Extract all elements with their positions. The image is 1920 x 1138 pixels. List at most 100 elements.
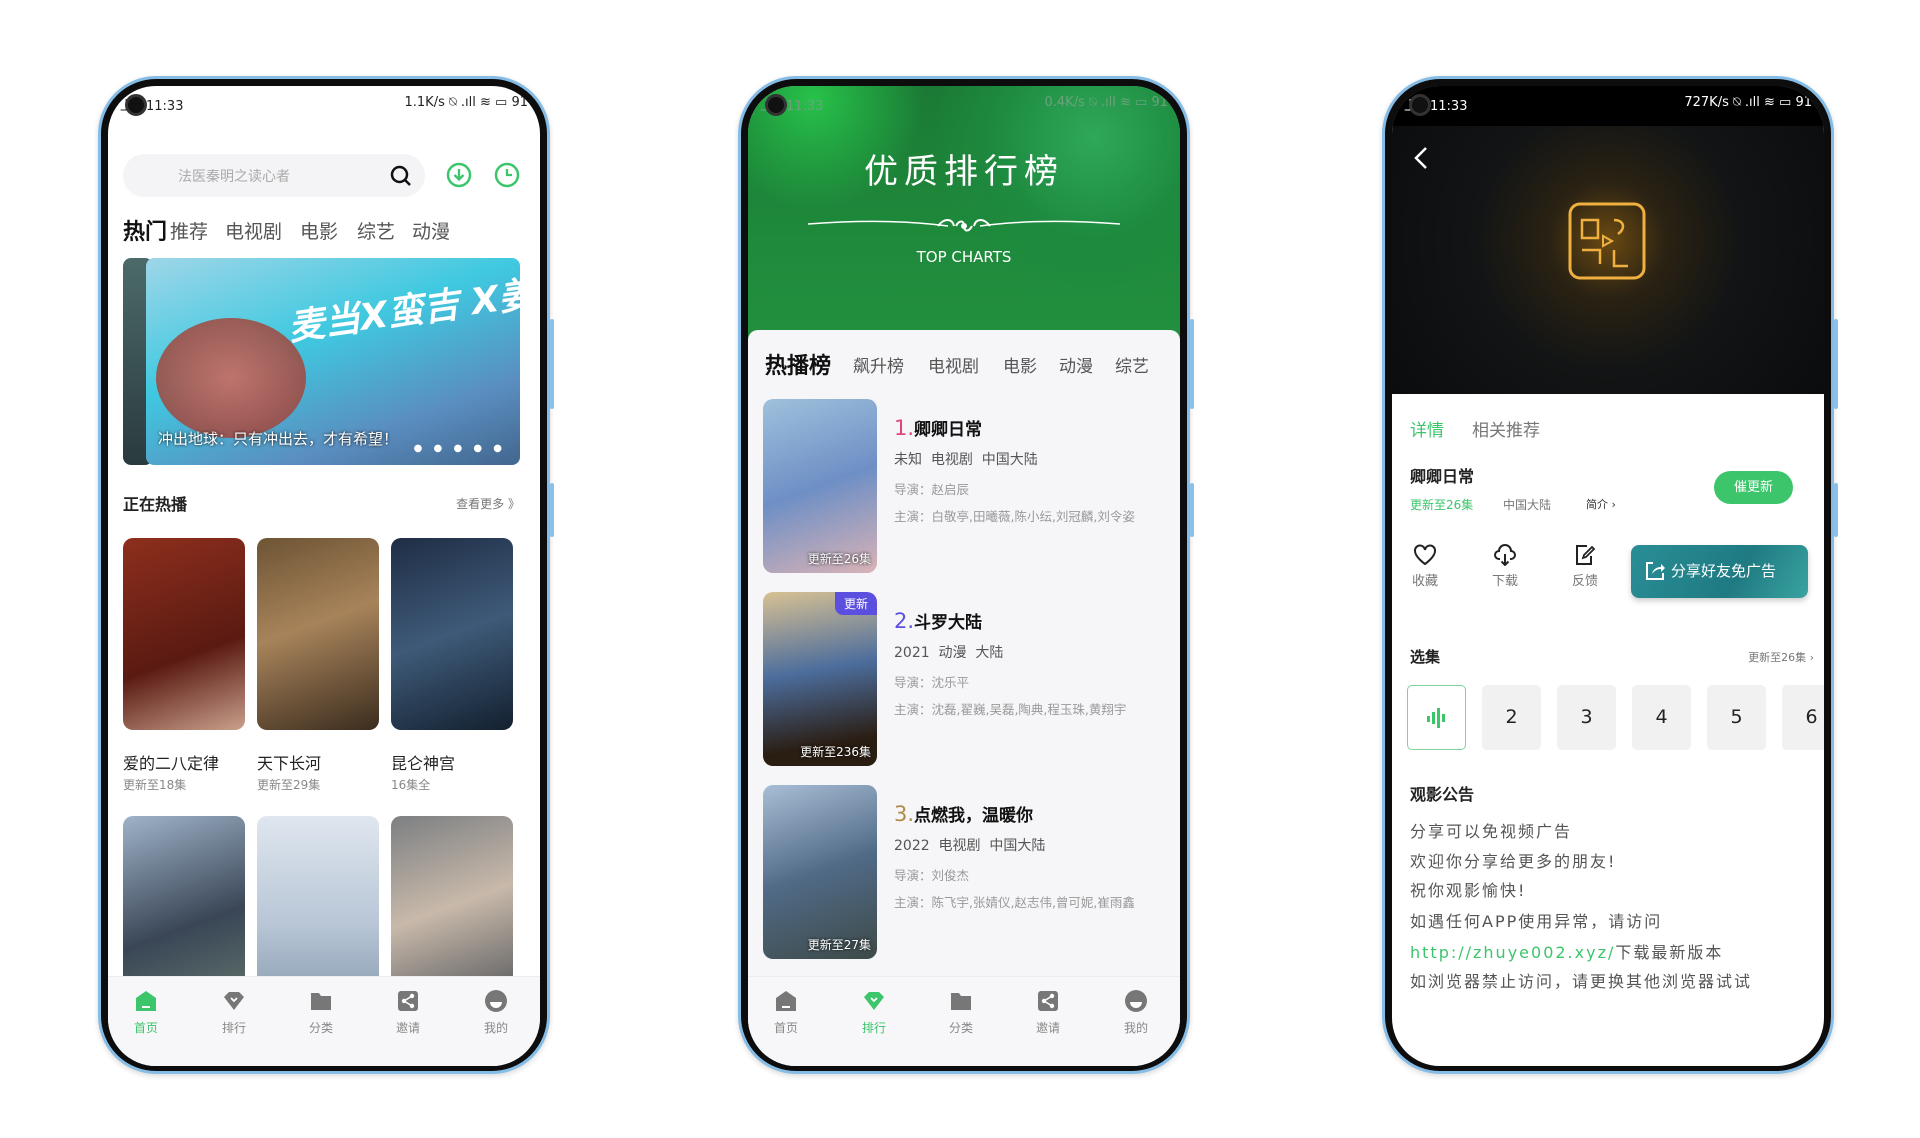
history-clock-icon[interactable] — [494, 162, 520, 188]
banner-art-text: 麦当X蛮吉 X姜子牙 冲出地球 — [285, 258, 520, 349]
rank-number: 2. — [894, 609, 915, 633]
feedback-button[interactable]: 反馈 — [1565, 544, 1605, 589]
banner-art — [156, 318, 306, 438]
nav-label: 邀请 — [395, 1021, 420, 1035]
folder-icon — [951, 993, 971, 1010]
nav-label: 分类 — [308, 1021, 333, 1035]
tab-recommend[interactable]: 推荐 — [170, 217, 208, 244]
poster[interactable] — [257, 816, 379, 996]
item-title[interactable]: 昆仑神宫 — [391, 750, 455, 774]
rank-cast: 主演：陈飞宇,张婧仪,赵志伟,曾可妮,崔雨鑫 — [894, 895, 1135, 910]
search-input[interactable]: 法医秦明之读心者 — [123, 154, 425, 197]
episode-current[interactable] — [1407, 685, 1466, 750]
nav-profile[interactable]: 我的 — [1106, 989, 1166, 1036]
show-title: 卿卿日常 — [1410, 467, 1475, 486]
rank-title: 1.卿卿日常 — [894, 415, 982, 440]
intro-link[interactable]: 简介 › — [1586, 496, 1616, 512]
rank-list-item[interactable]: 更新至26集 1.卿卿日常 未知 电视剧 中国大陆 导演：赵启辰 主演：白敬亭,… — [763, 399, 1173, 573]
poster[interactable] — [391, 816, 513, 996]
poster[interactable] — [123, 538, 245, 730]
tab-tv[interactable]: 电视剧 — [928, 352, 979, 377]
nav-profile[interactable]: 我的 — [466, 989, 526, 1036]
video-player[interactable] — [1392, 86, 1824, 394]
tab-hot-rank[interactable]: 热播榜 — [765, 348, 831, 380]
nav-label: 排行 — [861, 1021, 886, 1035]
home-screen: 上午11:33 1.1K/s ⍉ .ıll ≋ ▭ 91 法医秦明之读心者 热门… — [108, 86, 540, 1066]
rank-list-item[interactable]: 更新至27集 3.点燃我，温暖你 2022 电视剧 中国大陆 导演：刘俊杰 主演… — [763, 785, 1173, 959]
urge-update-button[interactable]: 催更新 — [1714, 471, 1793, 504]
tab-anime[interactable]: 动漫 — [1059, 352, 1093, 377]
tab-details[interactable]: 详情 — [1410, 416, 1444, 441]
episode-button[interactable]: 6 — [1782, 685, 1824, 750]
download-button[interactable]: 下载 — [1485, 544, 1525, 589]
phone-detail: 上午11:33 727K/s ⍉ .ıll ≋ ▭ 91 详情 相关推荐 卿卿日… — [1382, 76, 1838, 1074]
tab-rising-rank[interactable]: 飙升榜 — [853, 352, 904, 377]
favorite-button[interactable]: 收藏 — [1405, 544, 1445, 589]
nav-invite[interactable]: 邀请 — [1018, 989, 1078, 1036]
episode-badge: 更新至26集 — [807, 552, 871, 566]
banner-dots[interactable]: ● ● ● ● ● — [414, 443, 506, 454]
tab-movie[interactable]: 电影 — [1003, 352, 1037, 377]
episodes-more-link[interactable]: 更新至26集 › — [1748, 649, 1814, 665]
nav-home[interactable]: 首页 — [756, 989, 816, 1036]
side-button — [550, 319, 554, 409]
nav-invite[interactable]: 邀请 — [378, 989, 438, 1036]
poster[interactable] — [391, 538, 513, 730]
rank-meta: 未知 电视剧 中国大陆 — [894, 452, 1038, 468]
link-suffix: 下载最新版本 — [1615, 943, 1724, 962]
item-title[interactable]: 爱的二八定律 — [123, 750, 219, 774]
tab-tv[interactable]: 电视剧 — [225, 217, 282, 244]
nav-home[interactable]: 首页 — [116, 989, 176, 1036]
banner-caption: 冲出地球：只有冲出去，才有希望！ — [158, 430, 399, 448]
tab-variety[interactable]: 综艺 — [357, 217, 395, 244]
nav-rank[interactable]: 排行 — [844, 989, 904, 1036]
rank-director: 导演：赵启辰 — [894, 482, 970, 497]
nav-category[interactable]: 分类 — [931, 989, 991, 1036]
notice-line: http://zhuye002.xyz/下载最新版本 — [1410, 939, 1723, 963]
ornament-divider-icon — [808, 219, 1120, 232]
tab-movie[interactable]: 电影 — [300, 217, 338, 244]
rank-name: 卿卿日常 — [914, 420, 983, 440]
search-placeholder: 法医秦明之读心者 — [178, 169, 290, 185]
download-icon[interactable] — [446, 162, 472, 188]
side-button — [1834, 319, 1838, 409]
banner-carousel[interactable]: 麦当X蛮吉 X姜子牙 冲出地球 冲出地球：只有冲出去，才有希望！ ● ● ● ●… — [146, 258, 520, 465]
nav-category[interactable]: 分类 — [291, 989, 351, 1036]
tab-hot[interactable]: 热门 — [123, 214, 167, 246]
back-arrow-icon[interactable] — [1412, 146, 1430, 170]
action-label: 反馈 — [1571, 574, 1598, 589]
item-title[interactable]: 天下长河 — [257, 750, 321, 774]
poster: 更新至26集 — [763, 399, 877, 573]
nav-rank[interactable]: 排行 — [204, 989, 264, 1036]
action-label: 下载 — [1491, 574, 1518, 589]
poster[interactable] — [257, 538, 379, 730]
episode-button[interactable]: 5 — [1707, 685, 1766, 750]
notice-line: 如浏览器禁止访问，请更换其他浏览器试试 — [1410, 972, 1753, 991]
rank-list-item[interactable]: 更新 更新至236集 2.斗罗大陆 2021 动漫 大陆 导演：沈乐平 主演：沈… — [763, 592, 1173, 766]
region: 中国大陆 — [1503, 498, 1552, 512]
download-link[interactable]: http://zhuye002.xyz/ — [1410, 943, 1615, 962]
update-status: 更新至26集 — [1410, 498, 1474, 512]
see-more-link[interactable]: 查看更多 》 — [456, 495, 520, 512]
phone-rank: 优质排行榜 TOP CHARTS 上午11:33 0.4K/s ⍉ .ıll ≋… — [738, 76, 1194, 1074]
tab-related[interactable]: 相关推荐 — [1472, 416, 1540, 441]
notice-line: 祝你观影愉快! — [1410, 881, 1527, 900]
poster[interactable] — [123, 816, 245, 996]
episode-button[interactable]: 3 — [1557, 685, 1616, 750]
phone-home: 上午11:33 1.1K/s ⍉ .ıll ≋ ▭ 91 法医秦明之读心者 热门… — [98, 76, 554, 1074]
side-button — [1190, 483, 1194, 537]
episode-button[interactable]: 4 — [1632, 685, 1691, 750]
action-label: 收藏 — [1411, 574, 1438, 589]
tab-anime[interactable]: 动漫 — [412, 217, 450, 244]
rank-title: 2.斗罗大陆 — [894, 608, 982, 633]
rank-director: 导演：沈乐平 — [894, 675, 970, 690]
search-icon[interactable] — [389, 164, 413, 188]
profile-icon — [485, 990, 507, 1012]
episode-button[interactable]: 2 — [1482, 685, 1541, 750]
status-bar: 上午11:33 1.1K/s ⍉ .ıll ≋ ▭ 91 — [108, 86, 540, 122]
share-no-ads-button[interactable]: 分享好友免广告 — [1631, 545, 1808, 598]
episode-badge: 更新至27集 — [807, 938, 871, 952]
tab-variety[interactable]: 综艺 — [1115, 352, 1149, 377]
status-indicators: 0.4K/s ⍉ .ıll ≋ ▭ 91 — [1044, 95, 1169, 110]
notice-line: 欢迎你分享给更多的朋友! — [1410, 852, 1617, 871]
